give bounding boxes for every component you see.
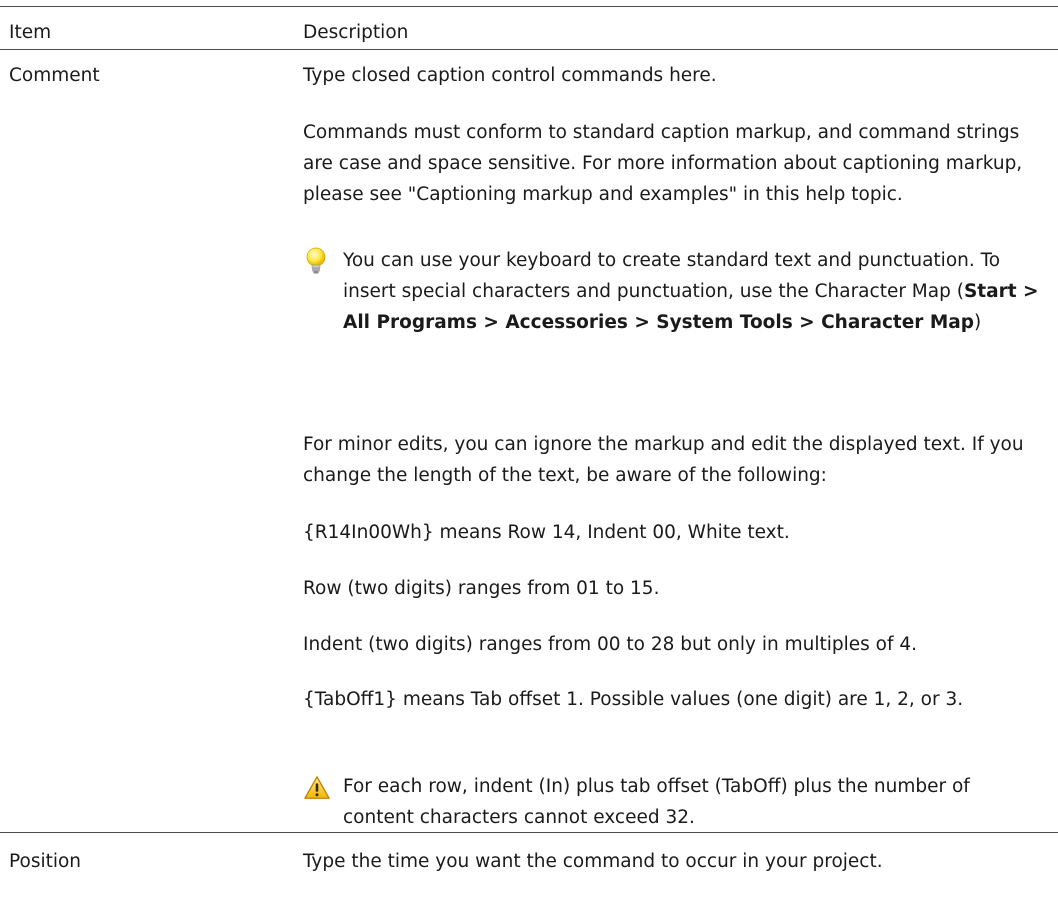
row-comment-item: Comment bbox=[9, 65, 100, 86]
comment-paragraph-5: Row (two digits) ranges from 01 to 15. bbox=[303, 578, 660, 599]
warning-icon bbox=[304, 776, 330, 799]
comment-paragraph-4: {R14In00Wh} means Row 14, Indent 00, Whi… bbox=[303, 522, 790, 543]
comment-paragraph-2: Commands must conform to standard captio… bbox=[303, 122, 1023, 205]
tip-text: You can use your keyboard to create stan… bbox=[343, 245, 1043, 338]
comment-paragraph-6: Indent (two digits) ranges from 00 to 28… bbox=[303, 634, 918, 655]
header-rule bbox=[0, 49, 1058, 50]
tip-text-after: ) bbox=[974, 312, 982, 333]
header-item: Item bbox=[9, 22, 52, 43]
position-paragraph-1: Type the time you want the command to oc… bbox=[303, 851, 883, 872]
row-divider bbox=[0, 832, 1058, 833]
row-position-item: Position bbox=[9, 851, 82, 872]
comment-paragraph-3: For minor edits, you can ignore the mark… bbox=[303, 434, 1024, 486]
lightbulb-icon bbox=[306, 247, 326, 274]
tip-text-before: You can use your keyboard to create stan… bbox=[343, 250, 1001, 302]
comment-paragraph-7: {TabOff1} means Tab offset 1. Possible v… bbox=[303, 689, 964, 710]
comment-paragraph-1: Type closed caption control commands her… bbox=[303, 65, 717, 86]
header-description: Description bbox=[303, 22, 409, 43]
table-top-rule bbox=[0, 6, 1058, 7]
warning-text: For each row, indent (In) plus tab offse… bbox=[343, 776, 970, 828]
